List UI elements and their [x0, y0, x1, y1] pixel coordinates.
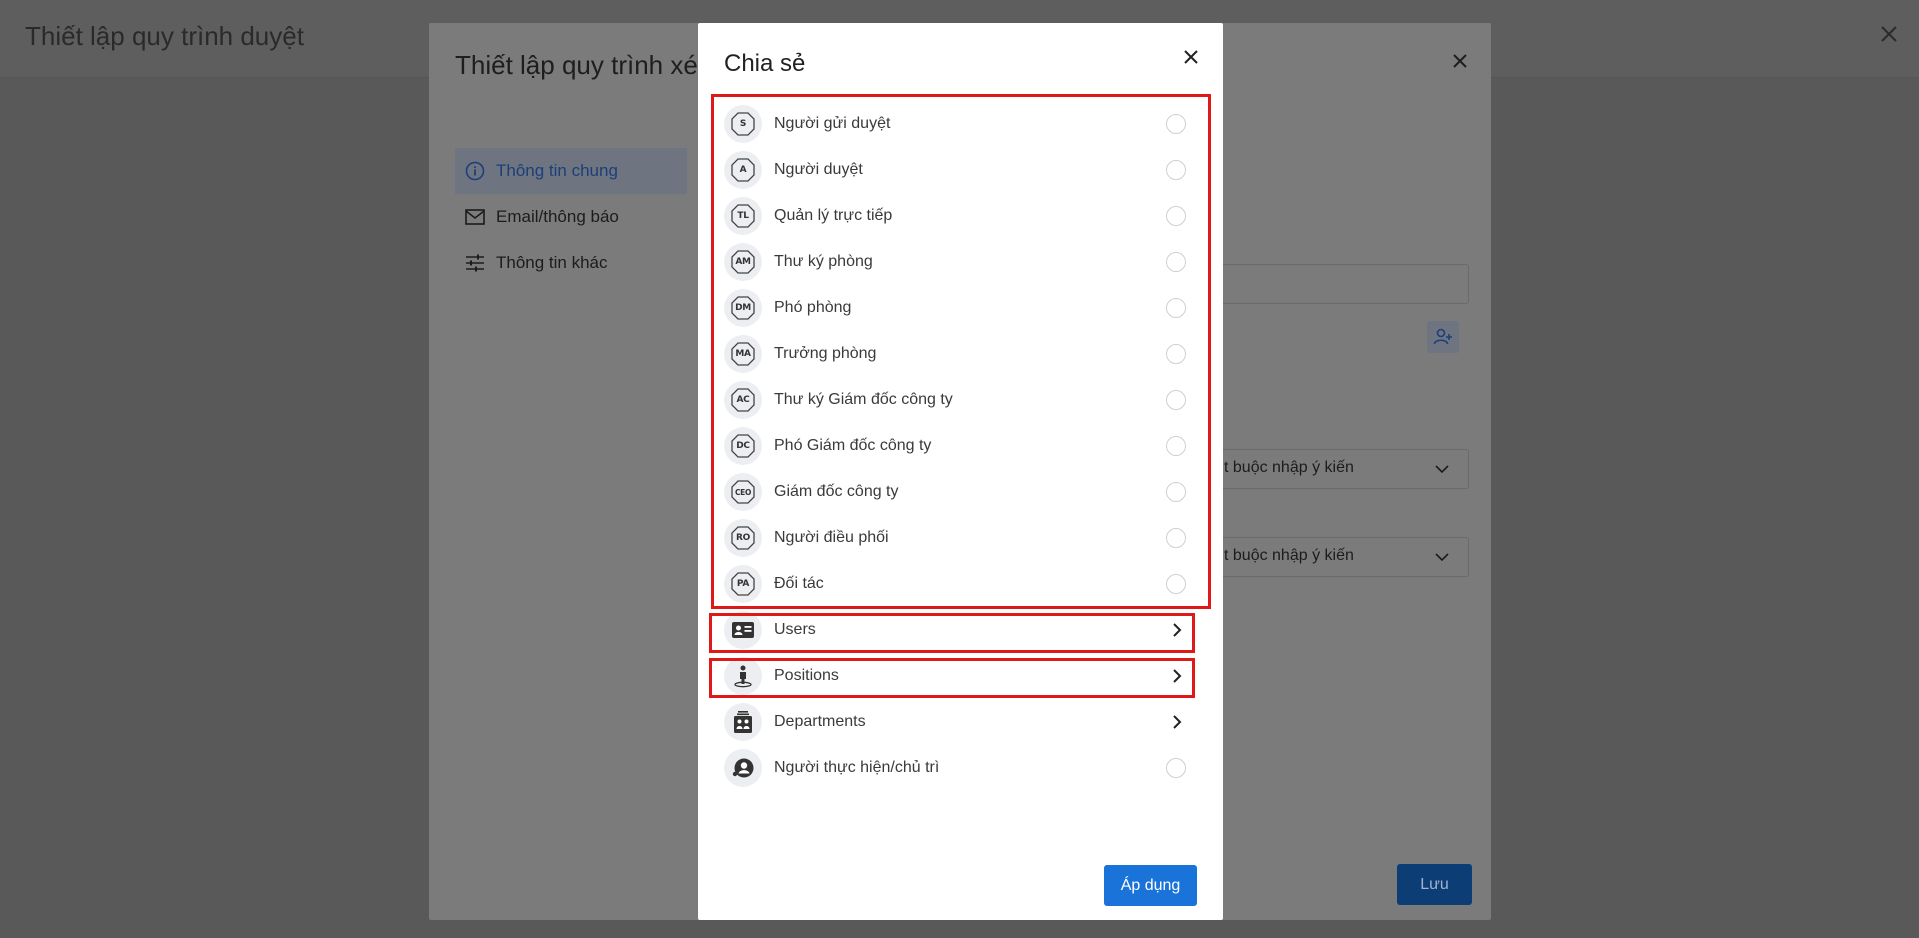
octagon-badge-icon: TL	[731, 204, 755, 228]
role-row-approver[interactable]: A Người duyệt	[724, 147, 1194, 193]
nav-item-email-notify[interactable]: Email/thông báo	[455, 194, 687, 240]
id-card-icon	[724, 611, 762, 649]
role-radio[interactable]	[1166, 298, 1186, 318]
octagon-badge-icon: CEO	[731, 480, 755, 504]
role-avatar: AC	[724, 381, 762, 419]
role-label: Người duyệt	[774, 161, 863, 178]
octagon-badge-icon: MA	[731, 342, 755, 366]
role-radio[interactable]	[1166, 160, 1186, 180]
approval-modal-title: Thiết lập quy trình xét	[455, 50, 706, 80]
nav-item-general-info[interactable]: Thông tin chung	[455, 148, 687, 194]
role-avatar: RO	[724, 519, 762, 557]
share-modal-title: Chia sẻ	[724, 50, 806, 77]
role-label: Thư ký phòng	[774, 253, 873, 270]
group-label: Users	[774, 621, 816, 638]
page-title: Thiết lập quy trình duyệt	[25, 21, 304, 51]
building-icon	[724, 703, 762, 741]
role-label: Giám đốc công ty	[774, 483, 899, 500]
role-avatar: TL	[724, 197, 762, 235]
role-radio[interactable]	[1166, 206, 1186, 226]
chevron-right-icon	[1173, 669, 1182, 683]
octagon-badge-icon: AM	[731, 250, 755, 274]
role-radio[interactable]	[1166, 252, 1186, 272]
page-close-icon[interactable]	[1877, 22, 1901, 46]
role-avatar: A	[724, 151, 762, 189]
person-position-icon	[724, 657, 762, 695]
role-label: Phó phòng	[774, 299, 852, 316]
role-row-coordinator[interactable]: RO Người điều phối	[724, 515, 1194, 561]
role-avatar: DM	[724, 289, 762, 327]
chevron-right-icon	[1173, 715, 1182, 729]
mail-icon	[464, 206, 486, 228]
role-label: Thư ký Giám đốc công ty	[774, 391, 953, 408]
performer-icon	[724, 749, 762, 787]
sliders-icon	[464, 252, 486, 274]
share-modal: Chia sẻ S Người gửi duyệt A Người duyệt …	[698, 23, 1223, 920]
role-radio[interactable]	[1166, 436, 1186, 456]
group-row-users[interactable]: Users	[724, 607, 1194, 653]
chevron-down-icon	[1435, 553, 1449, 562]
role-row-dept-secretary[interactable]: AM Thư ký phòng	[724, 239, 1194, 285]
approval-modal-close-icon[interactable]	[1447, 47, 1473, 73]
role-row-ceo-secretary[interactable]: AC Thư ký Giám đốc công ty	[724, 377, 1194, 423]
nav-item-label: Email/thông báo	[496, 207, 619, 226]
approval-side-nav: Thông tin chung Email/thông báo Thông ti…	[455, 148, 687, 286]
group-row-positions[interactable]: Positions	[724, 653, 1194, 699]
octagon-badge-icon: RO	[731, 526, 755, 550]
role-radio[interactable]	[1166, 528, 1186, 548]
share-modal-close-icon[interactable]	[1183, 49, 1201, 67]
group-label: Departments	[774, 713, 866, 730]
role-radio[interactable]	[1166, 114, 1186, 134]
performer-row[interactable]: Người thực hiện/chủ trì	[724, 745, 1194, 791]
role-row-dept-head[interactable]: MA Trưởng phòng	[724, 331, 1194, 377]
opinion-select-1-value: t buộc nhập ý kiến	[1224, 459, 1354, 476]
role-row-deputy-director[interactable]: DC Phó Giám đốc công ty	[724, 423, 1194, 469]
octagon-badge-icon: A	[731, 158, 755, 182]
group-label: Positions	[774, 667, 839, 684]
role-label: Trưởng phòng	[774, 345, 877, 362]
chevron-right-icon	[1173, 623, 1182, 637]
apply-button[interactable]: Áp dụng	[1104, 865, 1197, 906]
role-radio[interactable]	[1166, 390, 1186, 410]
role-radio[interactable]	[1166, 344, 1186, 364]
role-avatar: AM	[724, 243, 762, 281]
octagon-badge-icon: PA	[731, 572, 755, 596]
performer-label: Người thực hiện/chủ trì	[774, 759, 940, 776]
group-row-departments[interactable]: Departments	[724, 699, 1194, 745]
add-user-button[interactable]	[1427, 321, 1459, 353]
octagon-badge-icon: AC	[731, 388, 755, 412]
role-label: Đối tác	[774, 575, 824, 592]
role-row-sender[interactable]: S Người gửi duyệt	[724, 101, 1194, 147]
opinion-select-2-value: t buộc nhập ý kiến	[1224, 547, 1354, 564]
octagon-badge-icon: DC	[731, 434, 755, 458]
octagon-badge-icon: S	[731, 112, 755, 136]
role-label: Phó Giám đốc công ty	[774, 437, 932, 454]
add-user-icon	[1433, 328, 1452, 345]
performer-radio[interactable]	[1166, 758, 1186, 778]
role-label: Người gửi duyệt	[774, 115, 891, 132]
role-label: Quản lý trực tiếp	[774, 207, 893, 224]
nav-item-other-info[interactable]: Thông tin khác	[455, 240, 687, 286]
role-row-partner[interactable]: PA Đối tác	[724, 561, 1194, 607]
save-button[interactable]: Lưu	[1397, 864, 1472, 905]
role-avatar: CEO	[724, 473, 762, 511]
role-radio[interactable]	[1166, 574, 1186, 594]
role-avatar: DC	[724, 427, 762, 465]
role-radio[interactable]	[1166, 482, 1186, 502]
text-input-partial[interactable]	[1219, 264, 1469, 304]
nav-item-label: Thông tin chung	[496, 161, 618, 180]
nav-item-label: Thông tin khác	[496, 253, 608, 272]
role-row-deputy-manager[interactable]: DM Phó phòng	[724, 285, 1194, 331]
role-avatar: PA	[724, 565, 762, 603]
octagon-badge-icon: DM	[731, 296, 755, 320]
role-row-direct-manager[interactable]: TL Quản lý trực tiếp	[724, 193, 1194, 239]
role-avatar: S	[724, 105, 762, 143]
chevron-down-icon	[1435, 465, 1449, 474]
role-avatar: MA	[724, 335, 762, 373]
info-icon	[464, 160, 486, 182]
role-row-director[interactable]: CEO Giám đốc công ty	[724, 469, 1194, 515]
role-label: Người điều phối	[774, 529, 889, 546]
